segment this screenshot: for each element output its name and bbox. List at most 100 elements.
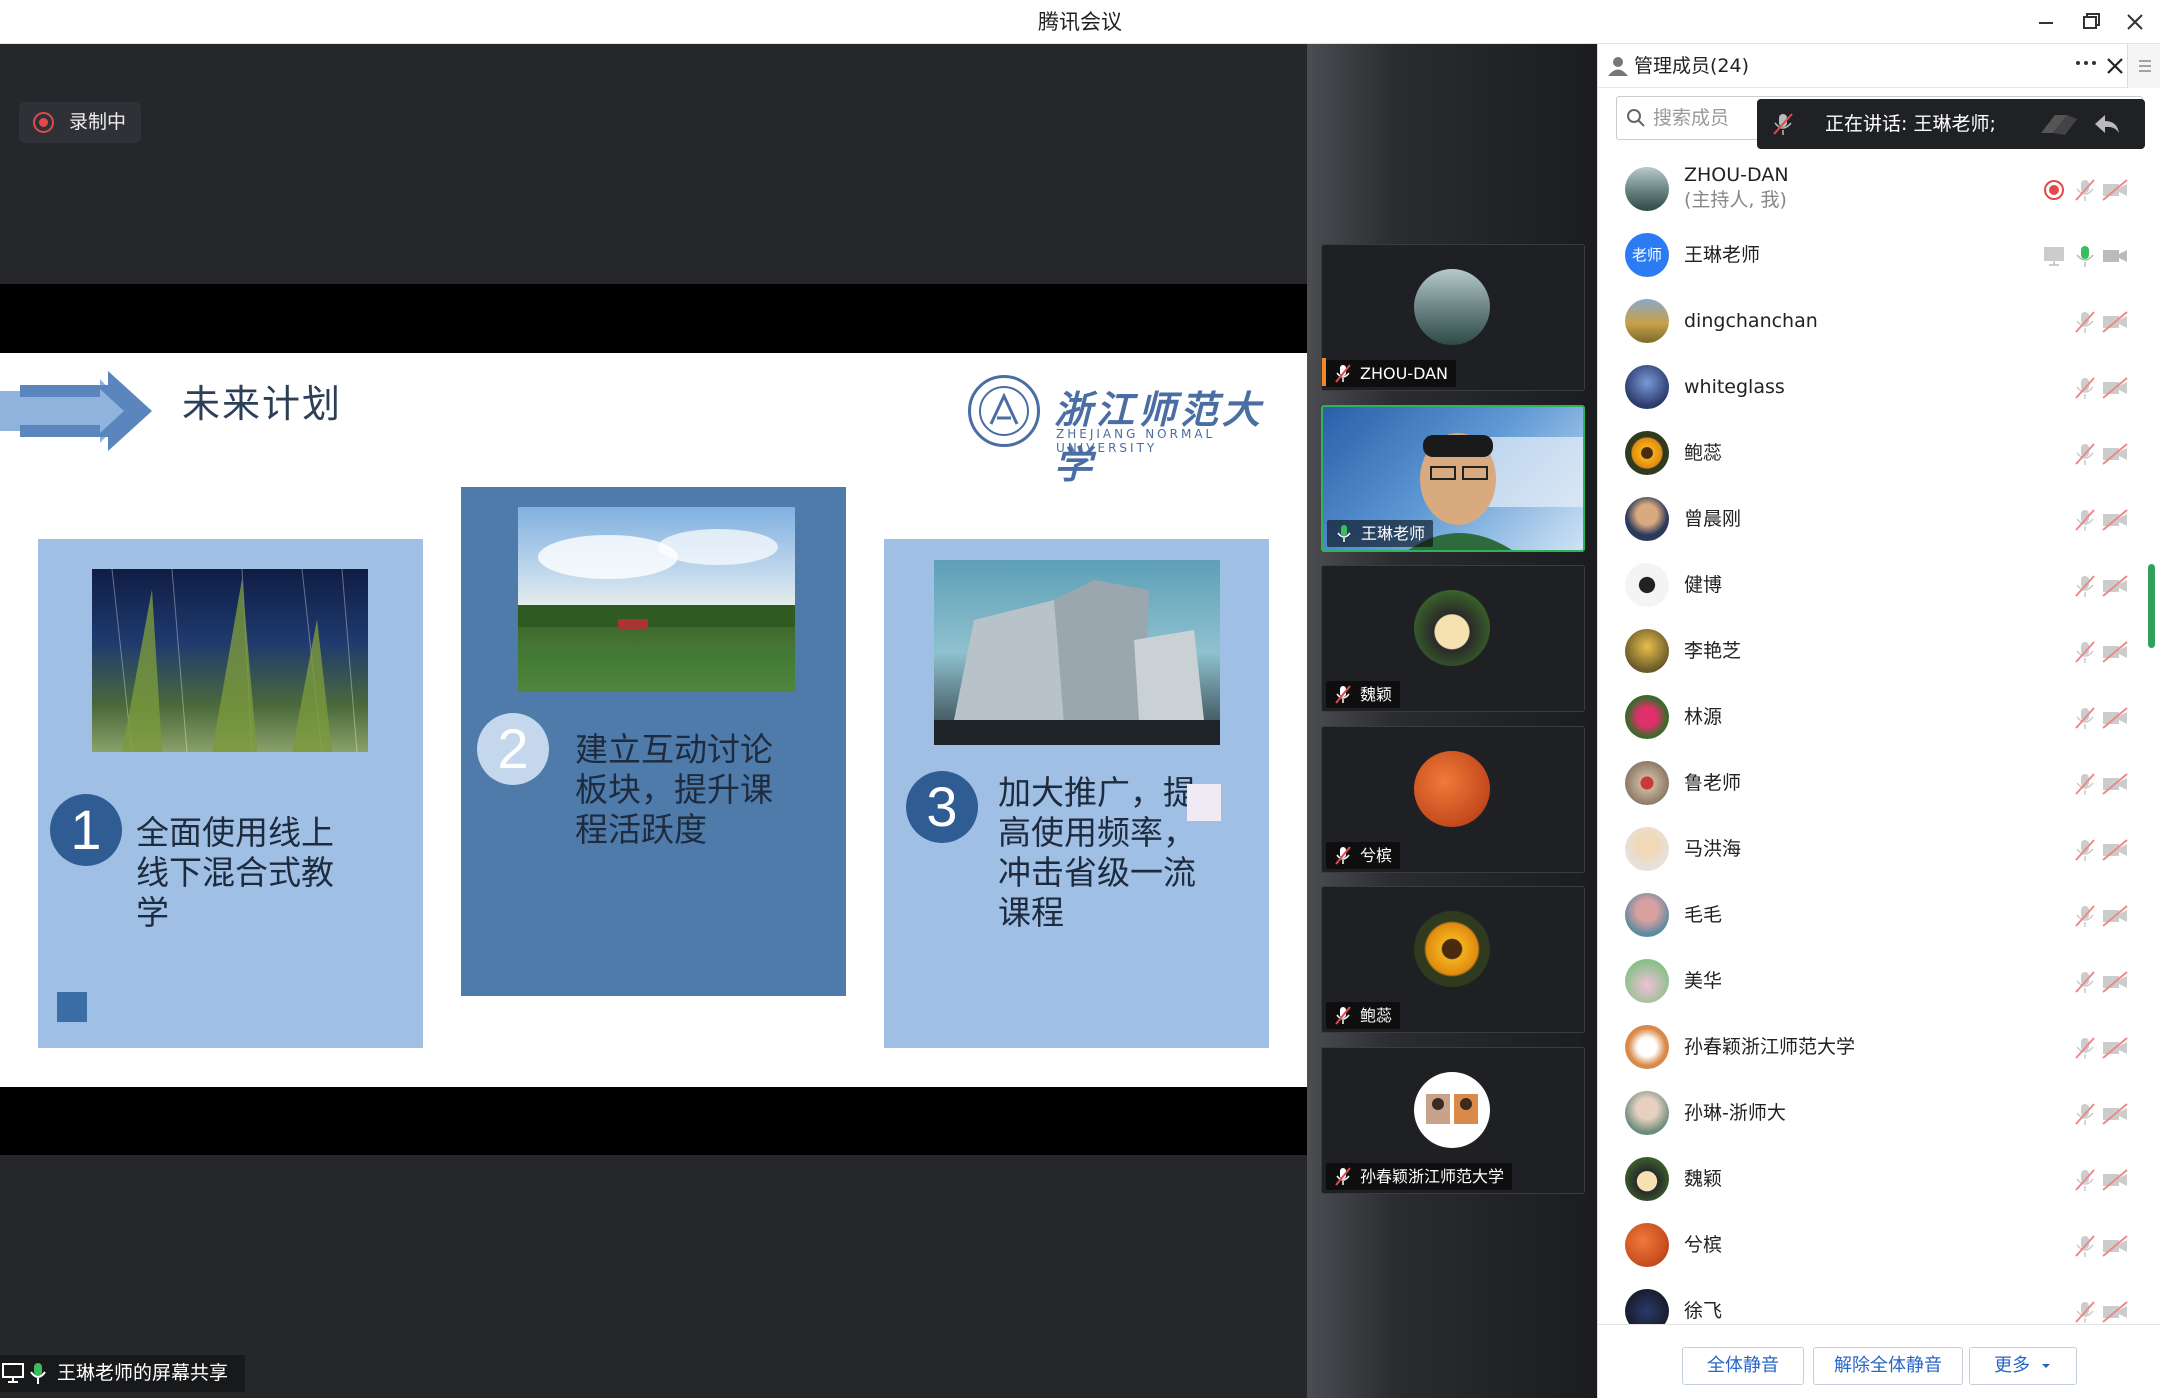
camera-off-icon[interactable] xyxy=(2101,706,2129,730)
muted-mic-icon xyxy=(1335,364,1351,383)
member-panel: 管理成员(24) 搜索成员 正在讲话: 王琳老师; ZHOU-DAN (主持人,… xyxy=(1597,44,2160,1398)
panel-menu-button[interactable] xyxy=(2127,44,2160,88)
mute-all-button[interactable]: 全体静音 xyxy=(1682,1347,1804,1385)
camera-off-icon[interactable] xyxy=(2101,1300,2129,1324)
camera-off-icon[interactable] xyxy=(2101,442,2129,466)
more-options-button[interactable] xyxy=(2071,50,2101,80)
camera-off-icon[interactable] xyxy=(2101,772,2129,796)
video-tile[interactable]: 魏颖 xyxy=(1321,565,1585,712)
camera-off-icon[interactable] xyxy=(2101,1036,2129,1060)
muted-mic-icon[interactable] xyxy=(2073,904,2097,928)
member-row[interactable]: 毛毛 xyxy=(1598,882,2160,948)
camera-off-icon[interactable] xyxy=(2101,178,2129,202)
member-row[interactable]: 马洪海 xyxy=(1598,816,2160,882)
member-row-host[interactable]: ZHOU-DAN (主持人, 我) xyxy=(1598,156,2160,222)
camera-off-icon[interactable] xyxy=(2101,1168,2129,1192)
video-tile[interactable]: ZHOU-DAN xyxy=(1321,244,1585,391)
video-name-tag: 孙春颖浙江师范大学 xyxy=(1326,1163,1513,1190)
muted-mic-icon[interactable] xyxy=(2073,178,2097,202)
member-row[interactable]: 曾晨刚 xyxy=(1598,486,2160,552)
more-label: 更多 xyxy=(1994,1355,2031,1376)
screen-share-indicator: 王琳老师的屏幕共享 xyxy=(0,1355,245,1392)
muted-mic-icon[interactable] xyxy=(2073,574,2097,598)
muted-mic-icon[interactable] xyxy=(2073,1102,2097,1126)
camera-off-icon[interactable] xyxy=(2101,838,2129,862)
member-name: 孙春颖浙江师范大学 xyxy=(1684,1036,1856,1058)
member-row[interactable]: 美华 xyxy=(1598,948,2160,1014)
muted-mic-icon[interactable] xyxy=(2073,310,2097,334)
muted-mic-icon[interactable] xyxy=(2073,376,2097,400)
restore-button[interactable] xyxy=(2074,6,2108,38)
camera-off-icon[interactable] xyxy=(2101,376,2129,400)
muted-mic-icon[interactable] xyxy=(2073,838,2097,862)
unmute-all-button[interactable]: 解除全体静音 xyxy=(1813,1347,1963,1385)
camera-off-icon[interactable] xyxy=(2101,970,2129,994)
member-row[interactable]: 鲁老师 xyxy=(1598,750,2160,816)
member-name: dingchanchan xyxy=(1684,310,1818,332)
scrollbar[interactable] xyxy=(2148,564,2155,648)
video-tile[interactable]: 兮槟 xyxy=(1321,726,1585,873)
muted-mic-icon[interactable] xyxy=(2073,706,2097,730)
camera-off-icon[interactable] xyxy=(2101,904,2129,928)
member-row[interactable]: 孙春颖浙江师范大学 xyxy=(1598,1014,2160,1080)
microphone-icon[interactable] xyxy=(2073,244,2097,268)
member-row[interactable]: 魏颖 xyxy=(1598,1146,2160,1212)
plan-text-3: 加大推广，提高使用频率，冲击省级一流课程 xyxy=(998,773,1196,932)
muted-mic-icon[interactable] xyxy=(2073,442,2097,466)
close-panel-button[interactable] xyxy=(2101,52,2129,80)
member-row[interactable]: 健博 xyxy=(1598,552,2160,618)
participant-avatar xyxy=(1414,1072,1490,1148)
chevron-down-icon xyxy=(2041,1364,2050,1368)
member-row[interactable]: 孙琳-浙师大 xyxy=(1598,1080,2160,1146)
muted-mic-icon[interactable] xyxy=(2073,772,2097,796)
muted-mic-icon[interactable] xyxy=(2073,1234,2097,1258)
step-number-3: 3 xyxy=(906,771,978,843)
video-name-tag: 魏颖 xyxy=(1326,681,1401,708)
logo-english-name: ZHEJIANG NORMAL UNIVERSITY xyxy=(1056,427,1216,455)
muted-mic-icon xyxy=(1773,113,1793,135)
camera-icon[interactable] xyxy=(2101,244,2129,268)
video-tile[interactable]: 孙春颖浙江师范大学 xyxy=(1321,1047,1585,1194)
member-row[interactable]: 老师 王琳老师 xyxy=(1598,222,2160,288)
muted-mic-icon[interactable] xyxy=(2073,970,2097,994)
member-row[interactable]: dingchanchan xyxy=(1598,288,2160,354)
camera-off-icon[interactable] xyxy=(2101,574,2129,598)
step-number-2: 2 xyxy=(477,713,549,785)
close-button[interactable] xyxy=(2118,6,2152,38)
muted-mic-icon[interactable] xyxy=(2073,1300,2097,1324)
video-tile-active-speaker[interactable]: 王琳老师 xyxy=(1321,405,1585,552)
member-row[interactable]: 徐飞 xyxy=(1598,1278,2160,1324)
video-tile[interactable]: 鲍蕊 xyxy=(1321,886,1585,1033)
muted-mic-icon xyxy=(1335,685,1351,704)
reply-icon[interactable] xyxy=(2093,111,2121,137)
camera-off-icon[interactable] xyxy=(2101,1102,2129,1126)
member-name: 兮槟 xyxy=(1684,1234,1723,1256)
camera-off-icon[interactable] xyxy=(2101,310,2129,334)
muted-mic-icon[interactable] xyxy=(2073,508,2097,532)
muted-mic-icon[interactable] xyxy=(2073,1036,2097,1060)
members-icon xyxy=(1608,57,1628,76)
slide-photo-trees xyxy=(92,569,368,752)
speaking-indicator: 正在讲话: 王琳老师; xyxy=(1757,99,2145,149)
camera-off-icon[interactable] xyxy=(2101,1234,2129,1258)
member-row[interactable]: 鲍蕊 xyxy=(1598,420,2160,486)
more-icon xyxy=(2076,61,2096,65)
more-button[interactable]: 更多 xyxy=(1969,1347,2077,1385)
muted-mic-icon[interactable] xyxy=(2073,640,2097,664)
search-placeholder: 搜索成员 xyxy=(1653,107,1730,129)
member-row[interactable]: 兮槟 xyxy=(1598,1212,2160,1278)
recording-badge[interactable]: 录制中 xyxy=(19,102,141,143)
avatar xyxy=(1625,497,1669,541)
minimize-button[interactable] xyxy=(2029,6,2063,38)
screen-share-area: 录制中 未来计划 浙江师范大学 ZHEJIANG NORMAL UNIVERSI… xyxy=(0,44,1307,1398)
member-row[interactable]: 林源 xyxy=(1598,684,2160,750)
member-row[interactable]: whiteglass xyxy=(1598,354,2160,420)
camera-off-icon[interactable] xyxy=(2101,640,2129,664)
microphone-icon xyxy=(1337,525,1351,542)
member-name: 孙琳-浙师大 xyxy=(1684,1102,1786,1124)
window-title: 腾讯会议 xyxy=(1038,10,1122,34)
member-row[interactable]: 李艳芝 xyxy=(1598,618,2160,684)
muted-mic-icon[interactable] xyxy=(2073,1168,2097,1192)
camera-off-icon[interactable] xyxy=(2101,508,2129,532)
plan-text-1: 全面使用线上线下混合式教学 xyxy=(136,813,334,932)
